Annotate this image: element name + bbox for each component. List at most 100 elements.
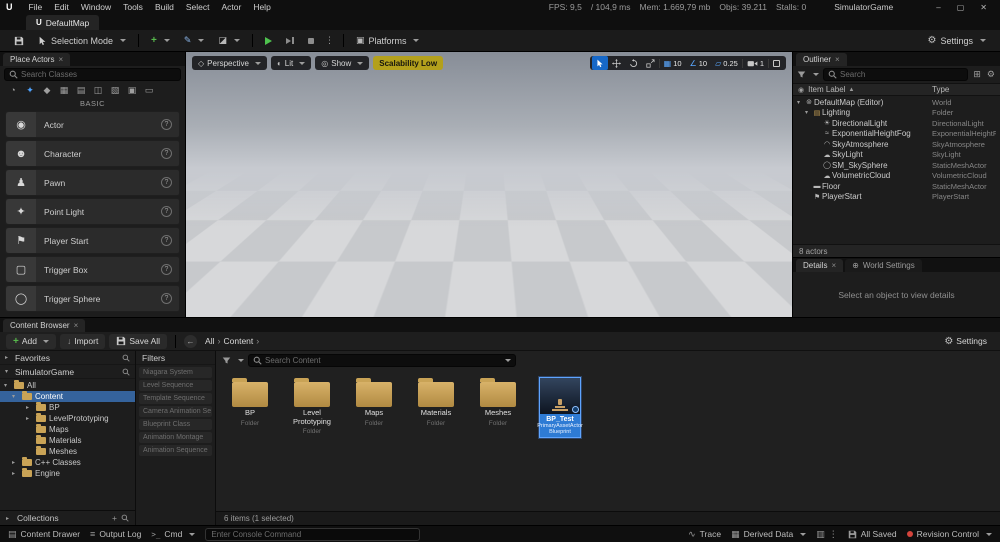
add-collection-icon[interactable]: + <box>112 513 117 523</box>
folder-tree-row[interactable]: Meshes <box>0 446 135 457</box>
stop-button[interactable] <box>302 36 320 46</box>
expander-arrow-icon[interactable]: ▾ <box>4 382 11 389</box>
menu-item[interactable]: Window <box>75 2 117 12</box>
help-icon[interactable]: ? <box>161 177 172 188</box>
search-icon[interactable] <box>122 354 130 362</box>
folder-tile[interactable]: Level Prototyping Folder <box>288 377 336 435</box>
folder-tile[interactable]: Maps Folder <box>350 377 398 427</box>
viewport[interactable]: ◇ Perspective ◐ Lit ◎ Show Scalability L… <box>186 52 792 317</box>
place-actor-item[interactable]: ◉ Actor ? <box>5 111 180 138</box>
tab-outliner[interactable]: Outliner × <box>796 53 847 66</box>
expander-arrow-icon[interactable]: ▸ <box>12 470 19 477</box>
all-saved-indicator[interactable]: All Saved <box>848 529 897 539</box>
folder-tree-row[interactable]: ▸ Engine <box>0 468 135 479</box>
rotation-snap-toggle[interactable]: ∠ 10 <box>686 56 712 70</box>
outliner-row[interactable]: ☁ SkyLight SkyLight <box>793 150 1000 161</box>
outliner-row[interactable]: ⚑ PlayerStart PlayerStart <box>793 192 1000 203</box>
save-all-button[interactable]: Save All <box>109 333 168 349</box>
place-actor-item[interactable]: ☻ Character ? <box>5 140 180 167</box>
chevron-down-icon[interactable] <box>505 358 511 362</box>
breadcrumb-item[interactable]: All › <box>205 336 223 346</box>
console-command-input[interactable] <box>211 529 415 539</box>
outliner-row[interactable]: ≈ ExponentialHeightFog ExponentialHeight… <box>793 129 1000 140</box>
save-button[interactable] <box>8 34 30 48</box>
place-actor-item[interactable]: ✦ Point Light ? <box>5 198 180 225</box>
folder-tile[interactable]: BP Folder <box>226 377 274 427</box>
perspective-dropdown[interactable]: ◇ Perspective <box>192 56 267 70</box>
new-folder-icon[interactable]: ⊞ <box>972 69 982 80</box>
rotate-tool-button[interactable] <box>625 56 642 70</box>
category-icon[interactable]: ▭ <box>142 84 156 96</box>
blueprint-asset-card[interactable]: BP_Test PrimaryAssetActor Blueprint <box>537 377 583 438</box>
outliner-row[interactable]: ◯ SM_SkySphere StaticMeshActor <box>793 160 1000 171</box>
category-icon[interactable]: ◫ <box>91 84 105 96</box>
chevron-down-icon[interactable] <box>238 358 244 362</box>
maximize-viewport-button[interactable] <box>769 56 784 70</box>
minimize-button[interactable]: – <box>929 3 947 12</box>
help-icon[interactable]: ? <box>161 119 172 130</box>
menu-item[interactable]: Help <box>247 2 276 12</box>
category-icon[interactable]: ◔ <box>6 84 20 96</box>
scale-snap-toggle[interactable]: ▱ 0.25 <box>711 56 742 70</box>
folder-tree-row[interactable]: Materials <box>0 435 135 446</box>
place-actor-item[interactable]: ◯ Trigger Sphere ? <box>5 285 180 312</box>
menu-item[interactable]: Edit <box>48 2 75 12</box>
outliner-row[interactable]: ☁ VolumetricCloud VolumetricCloud <box>793 171 1000 182</box>
import-button[interactable]: ↓ Import <box>59 333 106 349</box>
expander-arrow-icon[interactable]: ▸ <box>6 515 13 522</box>
filter-item[interactable]: Level Sequence <box>139 380 212 391</box>
filter-item[interactable]: Blueprint Class <box>139 419 212 430</box>
platforms-dropdown[interactable]: ▣ Platforms <box>350 33 426 48</box>
play-options-kebab[interactable]: ⋮ <box>322 35 337 46</box>
camera-speed-button[interactable]: 1 <box>743 56 768 70</box>
back-button[interactable]: ← <box>184 334 198 348</box>
revision-control-button[interactable]: Revision Control <box>906 529 992 539</box>
item-label-column-header[interactable]: Item Label ▲ <box>808 85 929 94</box>
close-icon[interactable]: × <box>58 55 63 64</box>
scale-tool-button[interactable] <box>642 56 659 70</box>
output-log-button[interactable]: ≡ Output Log <box>90 529 141 539</box>
close-icon[interactable]: × <box>74 321 79 330</box>
category-icon[interactable]: ◆ <box>40 84 54 96</box>
place-actor-item[interactable]: ▢ Trigger Box ? <box>5 256 180 283</box>
selection-mode-dropdown[interactable]: Selection Mode <box>32 34 132 48</box>
folder-tree-row[interactable]: Maps <box>0 424 135 435</box>
close-button[interactable]: ✕ <box>973 3 994 12</box>
category-icon[interactable]: ▤ <box>74 84 88 96</box>
folder-tree-row[interactable]: ▾ Content <box>0 391 135 402</box>
search-content-input[interactable] <box>265 355 499 365</box>
settings-dropdown[interactable]: ⚙ Settings <box>922 33 993 48</box>
expander-arrow-icon[interactable]: ▸ <box>12 459 19 466</box>
favorites-header[interactable]: ▸ Favorites <box>0 351 135 365</box>
place-actor-item[interactable]: ♟ Pawn ? <box>5 169 180 196</box>
filter-item[interactable]: Template Sequence <box>139 393 212 404</box>
scalability-warning-badge[interactable]: Scalability Low <box>373 56 444 70</box>
expander-arrow-icon[interactable]: ▾ <box>5 368 12 375</box>
folder-tree-row[interactable]: ▸ BP <box>0 402 135 413</box>
expander-arrow-icon[interactable]: ▸ <box>5 354 12 361</box>
help-icon[interactable]: ? <box>161 148 172 159</box>
filter-icon[interactable] <box>222 356 231 365</box>
tab-details[interactable]: Details × <box>796 259 844 272</box>
search-icon[interactable] <box>121 514 129 522</box>
expander-arrow-icon[interactable]: ▸ <box>26 415 33 422</box>
outliner-row[interactable]: ◠ SkyAtmosphere SkyAtmosphere <box>793 139 1000 150</box>
folder-tile[interactable]: Materials Folder <box>412 377 460 427</box>
place-actor-item[interactable]: ⚑ Player Start ? <box>5 227 180 254</box>
expander-arrow-icon[interactable]: ▾ <box>797 99 804 106</box>
derived-data-dropdown[interactable]: ▦ Derived Data <box>731 529 807 540</box>
resource-usage-button[interactable]: ▥ ⋮ <box>816 529 838 540</box>
category-icon[interactable]: ▧ <box>108 84 122 96</box>
content-browser-settings[interactable]: ⚙ Settings <box>937 334 994 349</box>
menu-item[interactable]: Actor <box>215 2 247 12</box>
outliner-settings-icon[interactable]: ⚙ <box>986 69 996 80</box>
type-column-header[interactable]: Type <box>932 85 996 94</box>
play-button[interactable] <box>259 35 278 47</box>
search-classes-input[interactable] <box>21 70 176 79</box>
content-drawer-button[interactable]: ▤ Content Drawer <box>8 529 80 540</box>
grid-snap-toggle[interactable]: ▦ 10 <box>660 56 686 70</box>
trace-button[interactable]: ∿ Trace <box>688 529 721 540</box>
help-icon[interactable]: ? <box>161 264 172 275</box>
outliner-row[interactable]: ▬ Floor StaticMeshActor <box>793 181 1000 192</box>
search-icon[interactable] <box>122 368 130 376</box>
